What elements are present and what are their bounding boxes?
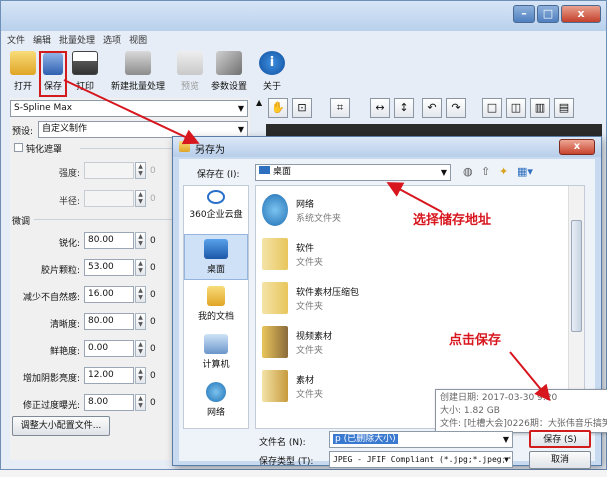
arrow-to-location: [386, 182, 443, 213]
annotation-arrows: [63, 79, 551, 402]
arrow-to-save-button: [509, 351, 551, 402]
arrow-to-save-as: [63, 79, 200, 145]
